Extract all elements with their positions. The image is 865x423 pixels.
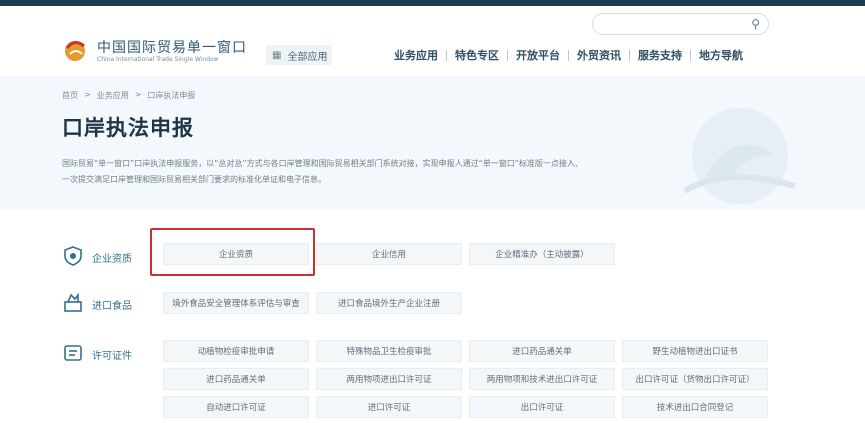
- license-button[interactable]: 自动进口许可证: [163, 396, 309, 418]
- breadcrumb-current: 口岸执法申报: [147, 91, 196, 100]
- main-nav: 业务应用 特色专区 开放平台 外贸资讯 服务支持 地方导航: [394, 47, 751, 63]
- enterprise-credit-button[interactable]: 企业信用: [316, 243, 462, 265]
- page-description: 国际贸易“单一窗口”口岸执法申报服务，以“总对总”方式与各口岸管理和国际贸易相关…: [62, 156, 682, 188]
- grid-icon: ▦: [272, 49, 282, 61]
- shield-icon: [64, 246, 82, 266]
- breadcrumb-separator: >: [84, 90, 91, 99]
- all-apps-label: 全部应用: [287, 51, 328, 63]
- page-title: 口岸执法申报: [62, 116, 194, 140]
- banner-decoration: [683, 108, 796, 204]
- section-label: 进口食品: [92, 301, 132, 312]
- license-icon: [64, 345, 82, 361]
- license-button[interactable]: 技术进出口合同登记: [622, 396, 768, 418]
- license-button[interactable]: 特殊物品卫生检疫审批: [316, 340, 462, 362]
- top-bar: [0, 0, 865, 6]
- food-producer-registration-button[interactable]: 进口食品境外生产企业注册: [316, 292, 462, 314]
- breadcrumb-separator: >: [134, 90, 142, 99]
- breadcrumb-home[interactable]: 首页: [62, 90, 78, 101]
- breadcrumb: 首页 > 业务应用 > 口岸执法申报: [62, 90, 195, 101]
- section-label: 许可证件: [92, 351, 132, 362]
- license-button[interactable]: 进口药品通关单: [469, 340, 615, 362]
- logo-icon[interactable]: [62, 36, 90, 62]
- food-safety-review-button[interactable]: 境外食品安全管理体系评估与审查: [163, 292, 309, 314]
- search-icon[interactable]: ⚲: [751, 17, 760, 31]
- brand-subtitle: China International Trade Single Window: [97, 56, 219, 63]
- food-icon: [64, 292, 82, 312]
- nav-business-apps[interactable]: 业务应用: [394, 47, 446, 63]
- selection-highlight: [150, 228, 315, 276]
- nav-open-platform[interactable]: 开放平台: [508, 47, 568, 63]
- brand-name[interactable]: 中国国际贸易单一窗口: [97, 37, 247, 57]
- license-button[interactable]: 进口许可证: [316, 396, 462, 418]
- enterprise-disclosure-button[interactable]: 企业精准办（主动披露）: [469, 243, 615, 265]
- page-banner: 首页 > 业务应用 > 口岸执法申报 口岸执法申报 国际贸易“单一窗口”口岸执法…: [0, 76, 865, 210]
- license-button[interactable]: 进口药品通关单: [163, 368, 309, 390]
- all-apps-button[interactable]: ▦ 全部应用: [266, 45, 332, 65]
- description-line: 国际贸易“单一窗口”口岸执法申报服务，以“总对总”方式与各口岸管理和国际贸易相关…: [62, 159, 583, 168]
- nav-support[interactable]: 服务支持: [630, 47, 690, 63]
- license-button[interactable]: 动植物检疫审批申请: [163, 340, 309, 362]
- license-button[interactable]: 两用物项和技术进出口许可证: [469, 368, 615, 390]
- license-button[interactable]: 野生动植物进出口证书: [622, 340, 768, 362]
- license-button[interactable]: 出口许可证（货物出口许可证）: [622, 368, 768, 390]
- section-label: 企业资质: [92, 254, 132, 265]
- breadcrumb-business[interactable]: 业务应用: [97, 90, 129, 101]
- nav-local[interactable]: 地方导航: [691, 47, 751, 63]
- nav-trade-news[interactable]: 外贸资讯: [569, 47, 629, 63]
- license-button[interactable]: 两用物项进出口许可证: [316, 368, 462, 390]
- license-button[interactable]: 出口许可证: [469, 396, 615, 418]
- description-line: 一次提交满足口岸管理和国际贸易相关部门要求的标准化单证和电子信息。: [62, 175, 326, 184]
- nav-special-zone[interactable]: 特色专区: [447, 47, 507, 63]
- search-input[interactable]: ⚲: [592, 13, 769, 35]
